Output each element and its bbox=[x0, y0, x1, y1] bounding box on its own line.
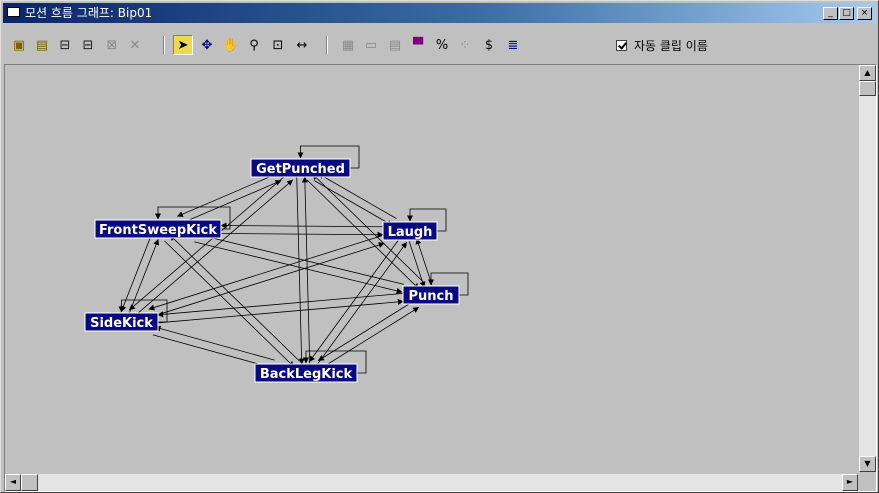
clip-node-label: FrontSweepKick bbox=[99, 223, 217, 238]
open-folder-icon[interactable]: ▤ bbox=[32, 35, 52, 55]
transition-Laugh-to-GetPunched[interactable] bbox=[317, 173, 397, 219]
create-multiple-transitions-icon[interactable]: ⊟ bbox=[78, 35, 98, 55]
scroll-left-button[interactable]: ◄ bbox=[5, 474, 21, 491]
window-icon bbox=[7, 7, 20, 17]
optimize-transitions-icon[interactable]: ⊠ bbox=[102, 35, 122, 55]
minimize-button[interactable]: _ bbox=[823, 7, 838, 20]
clip-node-label: Laugh bbox=[388, 225, 433, 240]
transition-Laugh-to-FrontSweepKick[interactable] bbox=[220, 222, 384, 229]
toolbar-separator bbox=[326, 36, 328, 54]
transition-FrontSweepKick-to-Punch[interactable] bbox=[194, 241, 403, 294]
toolbar-separator bbox=[163, 36, 165, 54]
select-start-clip-icon[interactable]: ▀ bbox=[408, 35, 428, 55]
transition-GetPunched-to-SideKick[interactable] bbox=[128, 173, 288, 311]
title-bar[interactable]: 모션 흐름 그래프: Bip01 _ □ × bbox=[3, 3, 876, 23]
transition-BackLegKick-to-GetPunched[interactable] bbox=[301, 176, 311, 364]
transition-SideKick-to-FrontSweepKick[interactable] bbox=[128, 238, 159, 315]
clip-node-Punch[interactable]: Punch bbox=[402, 285, 460, 305]
delete-icon[interactable]: ✕ bbox=[125, 35, 145, 55]
clip-node-SideKick[interactable]: SideKick bbox=[84, 312, 159, 332]
show-random-icon[interactable]: ▦ bbox=[338, 35, 358, 55]
scroll-down-button[interactable]: ▼ bbox=[859, 456, 876, 472]
random-weights-icon[interactable]: ⁘ bbox=[455, 35, 475, 55]
dollar-icon[interactable]: $ bbox=[479, 35, 499, 55]
remove-script-icon[interactable]: ▭ bbox=[361, 35, 381, 55]
clip-node-GetPunched[interactable]: GetPunched bbox=[250, 158, 351, 178]
transition-graph: GetPunched Laugh FrontSweepKick Punch SideKi… bbox=[84, 145, 469, 383]
close-button[interactable]: × bbox=[857, 7, 872, 20]
move-icon[interactable]: ✥ bbox=[197, 35, 217, 55]
transition-Punch-to-SideKick[interactable] bbox=[157, 293, 403, 318]
transition-Punch-to-FrontSweepKick[interactable] bbox=[195, 232, 405, 285]
script-icon[interactable]: ≣ bbox=[503, 35, 523, 55]
transition-FrontSweepKick-to-Laugh[interactable] bbox=[220, 231, 384, 238]
select-arrow-icon[interactable]: ➤ bbox=[173, 35, 193, 55]
create-clip-icon[interactable]: ▣ bbox=[9, 35, 29, 55]
zoom-region-icon[interactable]: ⊡ bbox=[268, 35, 288, 55]
motion-flow-graph-window: 모션 흐름 그래프: Bip01 _ □ × 자동 클립 이름 ▣ ▤ ⊟ ⊟ ⊠ ✕ ➤ ✥… bbox=[0, 0, 879, 493]
graph-canvas[interactable]: GetPunched Laugh FrontSweepKick Punch SideKi… bbox=[5, 65, 858, 472]
transition-SideKick-to-Punch[interactable] bbox=[158, 298, 404, 324]
pan-hand-icon[interactable]: ✋ bbox=[221, 35, 241, 55]
zoom-icon[interactable]: ⚲ bbox=[244, 35, 264, 55]
auto-clip-names-label: 자동 클립 이름 bbox=[634, 38, 708, 53]
scroll-right-button[interactable]: ► bbox=[842, 474, 858, 491]
transition-Laugh-to-BackLegKick[interactable] bbox=[309, 237, 401, 363]
horizontal-scrollbar[interactable]: ◄ ► bbox=[5, 474, 858, 491]
scrollbar-corner bbox=[859, 474, 876, 491]
create-transition-icon[interactable]: ⊟ bbox=[55, 35, 75, 55]
clip-node-BackLegKick[interactable]: BackLegKick bbox=[254, 363, 358, 383]
maximize-button[interactable]: □ bbox=[839, 7, 854, 20]
auto-clip-names-toggle[interactable]: 자동 클립 이름 bbox=[616, 38, 708, 53]
clip-node-Laugh[interactable]: Laugh bbox=[382, 221, 438, 241]
clip-node-label: SideKick bbox=[90, 316, 153, 331]
clip-node-label: BackLegKick bbox=[260, 367, 353, 382]
transition-BackLegKick-to-SideKick[interactable] bbox=[154, 325, 275, 361]
clip-node-label: GetPunched bbox=[256, 162, 345, 177]
vertical-scroll-thumb[interactable] bbox=[859, 81, 876, 96]
clip-node-FrontSweepKick[interactable]: FrontSweepKick bbox=[94, 219, 222, 239]
toolbar: 자동 클립 이름 ▣ ▤ ⊟ ⊟ ⊠ ✕ ➤ ✥ ✋ ⚲ ⊡ ↔ ▦ ▭ ▤ ▀% ⁘ $ ≣ bbox=[3, 29, 876, 61]
vertical-scrollbar[interactable]: ▲ ▼ bbox=[859, 65, 876, 472]
fit-width-icon[interactable]: ↔ bbox=[292, 35, 312, 55]
properties-icon[interactable]: ▤ bbox=[385, 35, 405, 55]
clip-node-label: Punch bbox=[409, 289, 454, 304]
auto-clip-names-checkbox[interactable] bbox=[616, 39, 627, 51]
horizontal-scroll-thumb[interactable] bbox=[21, 474, 38, 491]
percent-icon[interactable]: % bbox=[432, 35, 452, 55]
transition-FrontSweepKick-to-GetPunched[interactable] bbox=[180, 180, 282, 225]
scroll-up-button[interactable]: ▲ bbox=[859, 65, 876, 81]
transition-edges bbox=[118, 145, 469, 374]
transition-SideKick-to-BackLegKick[interactable] bbox=[152, 334, 273, 370]
graph-view: GetPunched Laugh FrontSweepKick Punch SideKi… bbox=[4, 64, 877, 492]
window-title: 모션 흐름 그래프: Bip01 bbox=[25, 6, 153, 20]
